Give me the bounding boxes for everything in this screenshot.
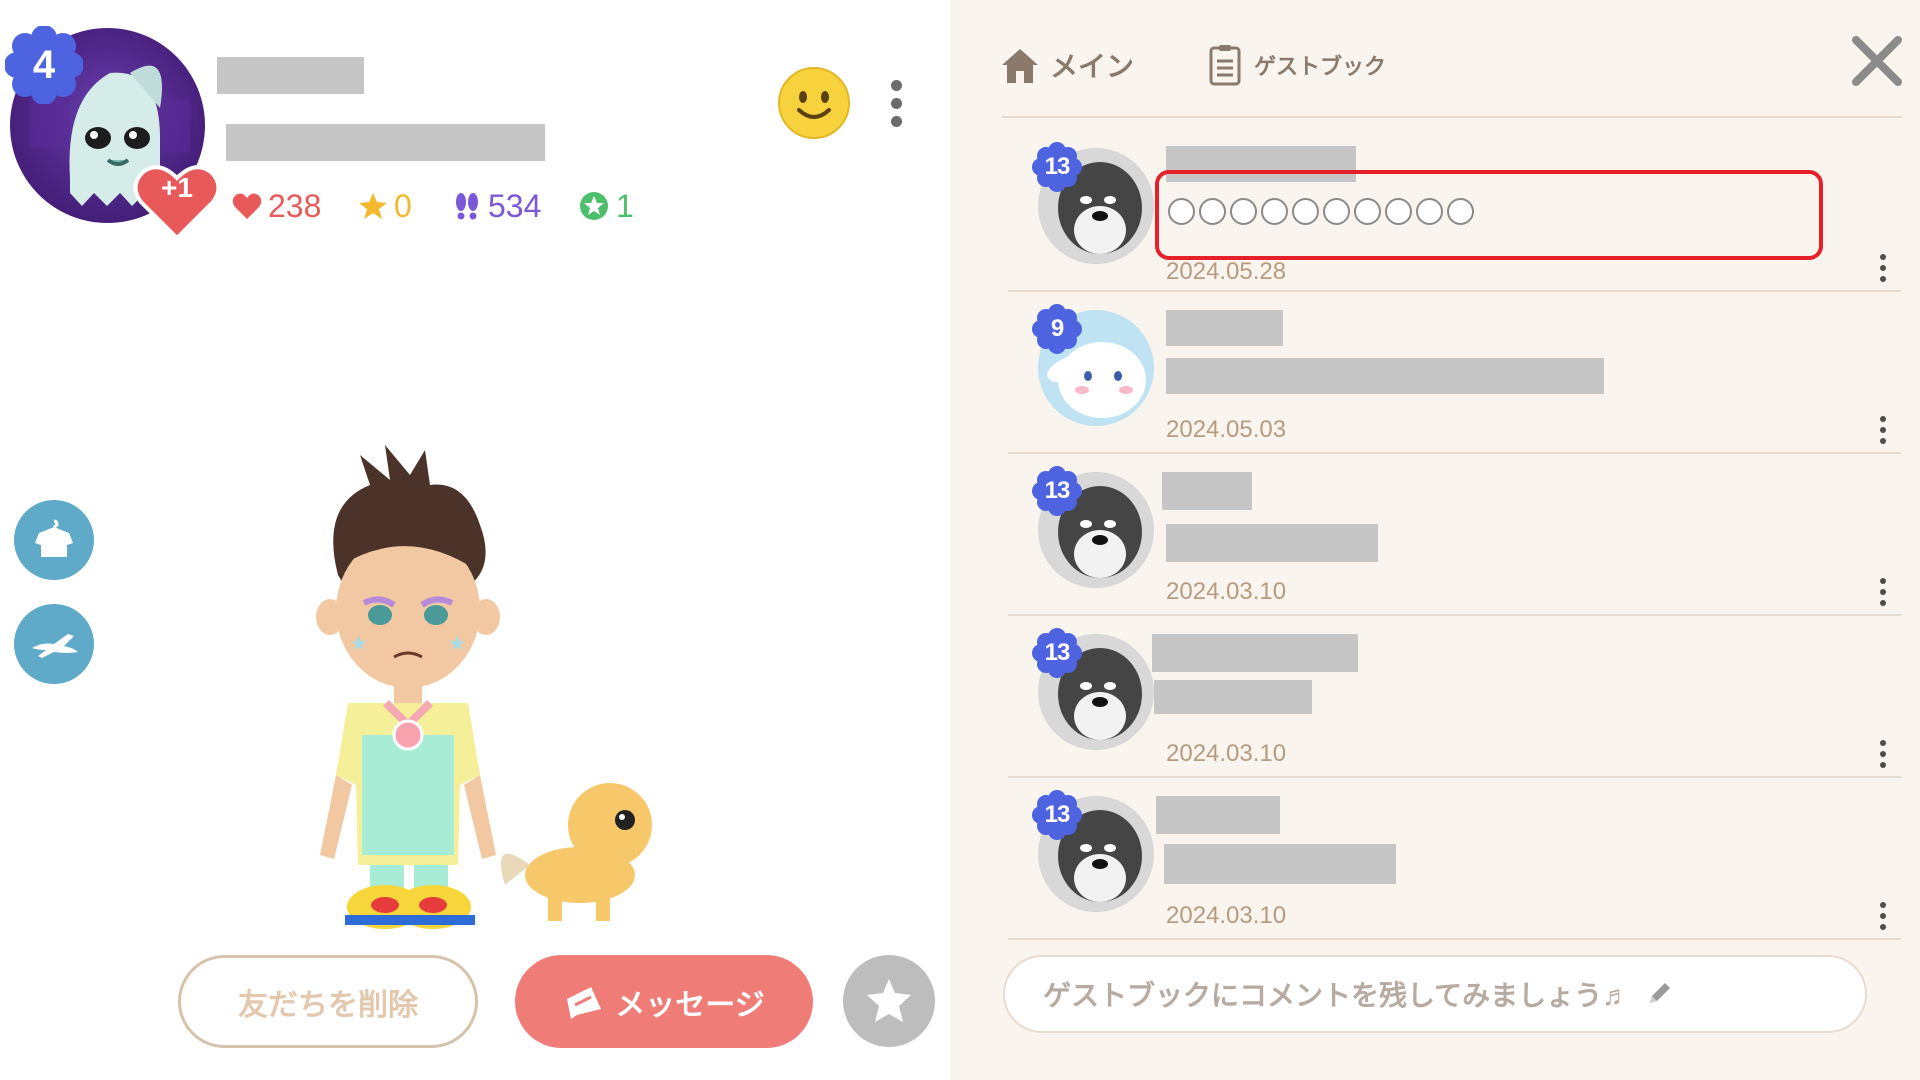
entry-menu-button[interactable] [1876, 578, 1890, 606]
green-star-badge-icon [580, 192, 608, 220]
more-menu-button[interactable] [889, 80, 903, 127]
smiley-icon[interactable] [777, 66, 851, 140]
entry-level: 13 [1044, 477, 1071, 504]
stat-hearts: 238 [232, 186, 321, 226]
menu-dot-icon [890, 98, 902, 109]
guestbook-entry: 13 2024.03.10 [1008, 454, 1901, 616]
menu-dot-icon [890, 116, 902, 127]
svg-text:★: ★ [448, 631, 466, 655]
profile-bio-redacted [226, 124, 545, 161]
guestbook-entry: 13 2024.03.10 [1008, 616, 1901, 778]
guestbook-panel: メイン ゲストブック 13 2024.05.28 9 2024.05.03 13… [950, 0, 1920, 1080]
entry-menu-button[interactable] [1876, 254, 1890, 282]
entry-name-redacted [1152, 634, 1358, 672]
entry-comment-redacted [1154, 680, 1312, 714]
guestbook-entry: 13 2024.03.10 [1008, 778, 1901, 940]
remove-friend-button[interactable]: 友だちを削除 [178, 955, 478, 1048]
comment-placeholder: ゲストブックにコメントを残してみましょう♬ [1043, 980, 1631, 1011]
entry-date: 2024.03.10 [1166, 578, 1287, 605]
entry-level: 9 [1050, 315, 1064, 342]
travel-button[interactable] [14, 604, 94, 684]
heart-icon [232, 193, 262, 219]
entry-menu-button[interactable] [1876, 740, 1890, 768]
star-icon [359, 193, 387, 219]
menu-dot-icon [1880, 265, 1886, 271]
tab-guestbook[interactable]: ゲストブック [1208, 40, 1386, 90]
entry-name-redacted [1166, 310, 1283, 346]
menu-dot-icon [1880, 416, 1886, 422]
tab-main[interactable]: メイン [998, 40, 1134, 90]
message-button[interactable]: メッセージ [515, 955, 813, 1048]
plus-one-badge: +1 [161, 172, 193, 203]
entry-menu-button[interactable] [1876, 416, 1890, 444]
entry-comment-redacted [1166, 524, 1378, 562]
menu-dot-icon [890, 80, 902, 91]
menu-dot-icon [1880, 578, 1886, 584]
stat-stars-value: 0 [394, 187, 412, 224]
tab-guestbook-label: ゲストブック [1254, 54, 1387, 79]
avatar-character: ★ ★ [316, 445, 652, 929]
menu-dot-icon [1880, 438, 1886, 444]
profile-level: 4 [32, 42, 56, 87]
profile-panel: 4 +1 238 0 534 1 ★ ★ 友だちを削除 メッセージ [0, 0, 950, 1080]
entry-comment-redacted [1166, 358, 1604, 394]
close-icon[interactable] [1850, 34, 1904, 88]
menu-dot-icon [1880, 762, 1886, 768]
message-bubble-icon [567, 986, 602, 1019]
menu-dot-icon [1880, 924, 1886, 930]
pencil-icon [1650, 983, 1671, 1003]
entry-comment-redacted [1164, 844, 1396, 884]
menu-dot-icon [1880, 427, 1886, 433]
menu-dot-icon [1880, 740, 1886, 746]
entry-level: 13 [1044, 639, 1071, 666]
menu-dot-icon [1880, 751, 1886, 757]
entry-level: 13 [1044, 153, 1071, 180]
notebook-icon [1209, 45, 1241, 86]
guestbook-entry: 9 2024.05.03 [1008, 292, 1901, 454]
menu-dot-icon [1880, 254, 1886, 260]
svg-text:★: ★ [350, 631, 368, 655]
footprints-icon [456, 193, 478, 220]
outfit-button[interactable] [14, 500, 94, 580]
message-button-label: メッセージ [615, 988, 765, 1022]
stat-stars: 0 [358, 186, 412, 226]
guestbook-comment-input[interactable]: ゲストブックにコメントを残してみましょう♬ [1003, 955, 1867, 1033]
entry-menu-button[interactable] [1876, 902, 1890, 930]
highlight-box [1155, 170, 1823, 260]
stat-footprints-value: 534 [488, 187, 542, 224]
stat-hearts-value: 238 [268, 187, 322, 224]
entry-name-redacted [1156, 796, 1280, 834]
menu-dot-icon [1880, 913, 1886, 919]
menu-dot-icon [1880, 600, 1886, 606]
entry-name-redacted [1162, 472, 1252, 510]
star-icon [867, 979, 911, 1022]
entry-date: 2024.05.03 [1166, 416, 1287, 443]
entry-date: 2024.05.28 [1166, 258, 1287, 285]
entry-level: 13 [1044, 801, 1071, 828]
stat-green: 1 [578, 186, 634, 226]
menu-dot-icon [1880, 276, 1886, 282]
home-icon [1002, 49, 1038, 83]
outfit-icon [35, 519, 73, 557]
profile-name-redacted [217, 57, 364, 94]
favorite-button[interactable] [843, 955, 935, 1047]
menu-dot-icon [1880, 589, 1886, 595]
stat-green-value: 1 [616, 187, 634, 224]
tab-main-label: メイン [1050, 51, 1135, 82]
plane-icon [32, 634, 78, 658]
header-divider [1002, 116, 1902, 118]
menu-dot-icon [1880, 902, 1886, 908]
stat-footprints: 534 [452, 186, 541, 226]
entry-date: 2024.03.10 [1166, 902, 1287, 929]
entry-date: 2024.03.10 [1166, 740, 1287, 767]
